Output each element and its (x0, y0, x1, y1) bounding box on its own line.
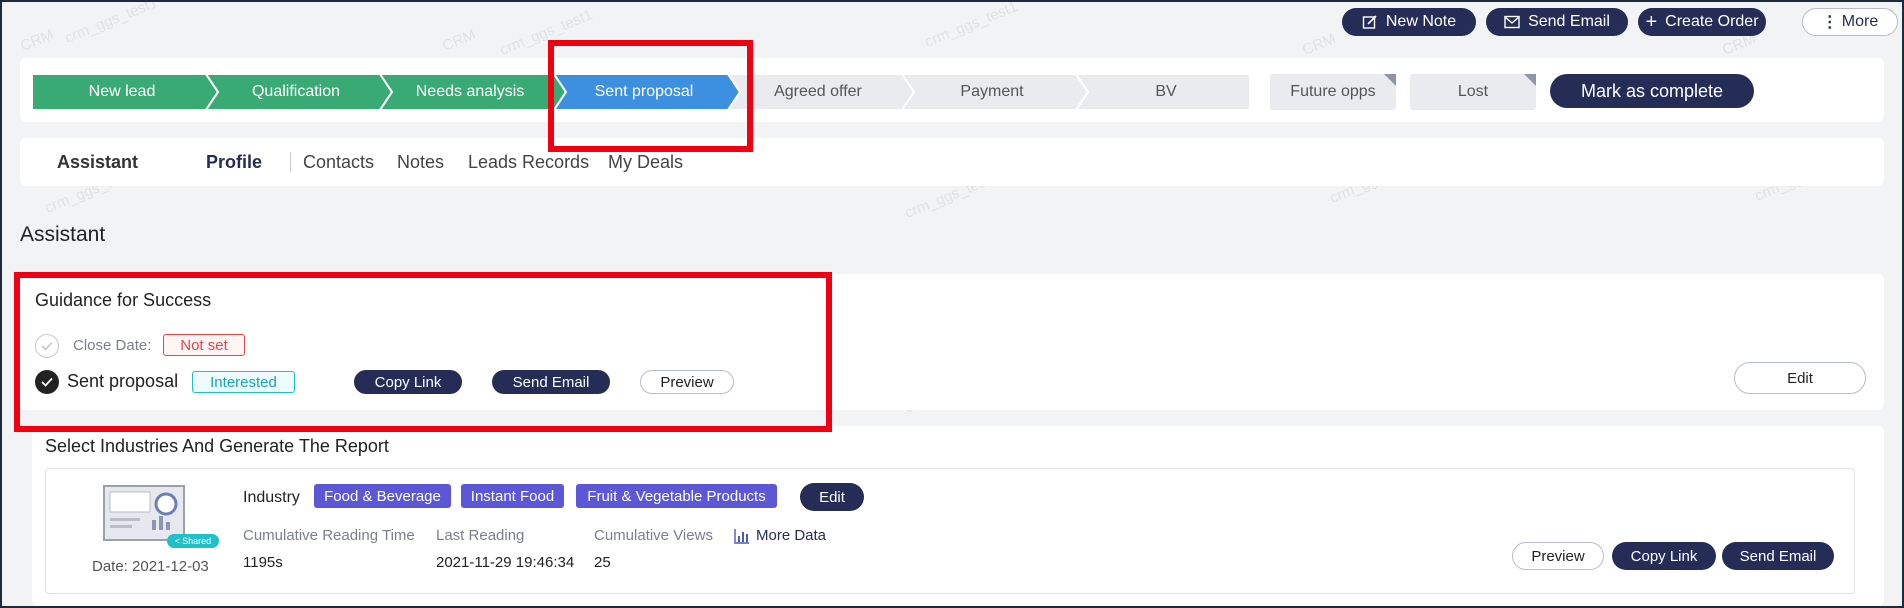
reading-time-label: Cumulative Reading Time (243, 527, 415, 544)
corner-fold-icon (1524, 74, 1536, 86)
more-label: More (1841, 13, 1879, 30)
last-reading-label: Last Reading (436, 527, 525, 544)
tab-assistant[interactable]: Assistant (57, 152, 138, 173)
status-badge: Interested (192, 371, 295, 393)
step-sent-proposal-label: Sent proposal (67, 371, 179, 391)
stage-label: Lost (1457, 83, 1489, 100)
report-date: Date: 2021-12-03 (92, 558, 209, 575)
done-check-icon (35, 370, 59, 394)
report-preview-button[interactable]: Preview (1512, 542, 1604, 570)
watermark: CRM (18, 26, 57, 55)
stage-agreed-offer[interactable]: Agreed offer (734, 74, 902, 110)
stage-new-lead[interactable]: New lead (38, 74, 206, 110)
mail-icon (1504, 15, 1520, 29)
report-title: Select Industries And Generate The Repor… (45, 436, 389, 456)
stage-qualification[interactable]: Qualification (212, 74, 380, 110)
report-copy-link-button[interactable]: Copy Link (1612, 542, 1716, 570)
stage-label: Future opps (1290, 83, 1376, 100)
tab-leads-records[interactable]: Leads Records (468, 152, 589, 173)
stage-payment[interactable]: Payment (908, 74, 1076, 110)
new-note-button[interactable]: New Note (1342, 8, 1476, 36)
watermark: crm_ggs_test1 (497, 6, 595, 59)
edit-button[interactable]: Edit (1734, 362, 1866, 394)
stage-needs-analysis[interactable]: Needs analysis (386, 74, 554, 110)
stage-sent-proposal[interactable]: Sent proposal (560, 74, 728, 110)
views-label: Cumulative Views (594, 527, 713, 544)
views-value: 25 (594, 554, 611, 571)
share-icon: < (174, 536, 181, 546)
watermark: CRM (440, 26, 479, 55)
create-order-label: Create Order (1665, 13, 1759, 30)
stage-bv[interactable]: BV (1082, 74, 1250, 110)
tab-contacts[interactable]: Contacts (303, 152, 374, 173)
tab-divider (290, 152, 291, 172)
pending-check-icon (35, 334, 59, 358)
watermark: crm_ggs_test1 (922, 0, 1020, 51)
stage-future-opps[interactable]: Future opps (1270, 74, 1396, 110)
send-email-label: Send Email (1528, 13, 1610, 30)
industry-label: Industry (243, 489, 300, 506)
guidance-card (20, 274, 1884, 410)
tab-bar (20, 138, 1884, 186)
watermark: CRM (1300, 30, 1339, 59)
industry-edit-button[interactable]: Edit (800, 483, 864, 511)
create-order-button[interactable]: + Create Order (1638, 8, 1766, 36)
bar-chart-icon (734, 528, 749, 544)
mark-as-complete-label: Mark as complete (1580, 80, 1724, 101)
watermark: crm_ggs_test1 (62, 0, 160, 47)
corner-fold-icon (1384, 74, 1396, 86)
mark-as-complete-button[interactable]: Mark as complete (1550, 74, 1754, 108)
more-data-label: More Data (756, 527, 827, 544)
industry-tag: Instant Food (461, 484, 564, 508)
close-date-not-set-badge[interactable]: Not set (163, 334, 245, 356)
plus-icon: + (1645, 11, 1658, 33)
shared-label: Shared (182, 536, 212, 546)
reading-time-value: 1195s (243, 554, 283, 571)
last-reading-value: 2021-11-29 19:46:34 (436, 554, 575, 571)
send-email-button[interactable]: Send Email (492, 370, 610, 394)
industry-tag: Food & Beverage (314, 484, 451, 508)
section-heading-assistant: Assistant (20, 223, 106, 246)
shared-badge: < Shared (167, 534, 219, 548)
close-date-label: Close Date: (73, 337, 152, 354)
more-data-link[interactable]: More Data (734, 527, 826, 544)
preview-button[interactable]: Preview (640, 370, 734, 394)
more-button[interactable]: ⋮ More (1802, 8, 1898, 36)
industry-tag: Fruit & Vegetable Products (576, 484, 777, 508)
stage-lost[interactable]: Lost (1410, 74, 1536, 110)
edit-note-icon (1362, 15, 1377, 29)
kebab-icon: ⋮ (1821, 14, 1838, 31)
new-note-label: New Note (1385, 13, 1457, 30)
tab-my-deals[interactable]: My Deals (608, 152, 683, 173)
report-send-email-button[interactable]: Send Email (1722, 542, 1834, 570)
pipeline-stages: New lead Qualification Needs analysis Sent … (32, 74, 1252, 110)
tab-notes[interactable]: Notes (397, 152, 444, 173)
crm-window: CRM crm_ggs_test1 CRM crm_ggs_test1 crm_… (0, 0, 1904, 608)
copy-link-button[interactable]: Copy Link (354, 370, 462, 394)
tab-profile[interactable]: Profile (206, 152, 262, 173)
send-email-button[interactable]: Send Email (1486, 8, 1628, 36)
guidance-title: Guidance for Success (35, 290, 212, 310)
